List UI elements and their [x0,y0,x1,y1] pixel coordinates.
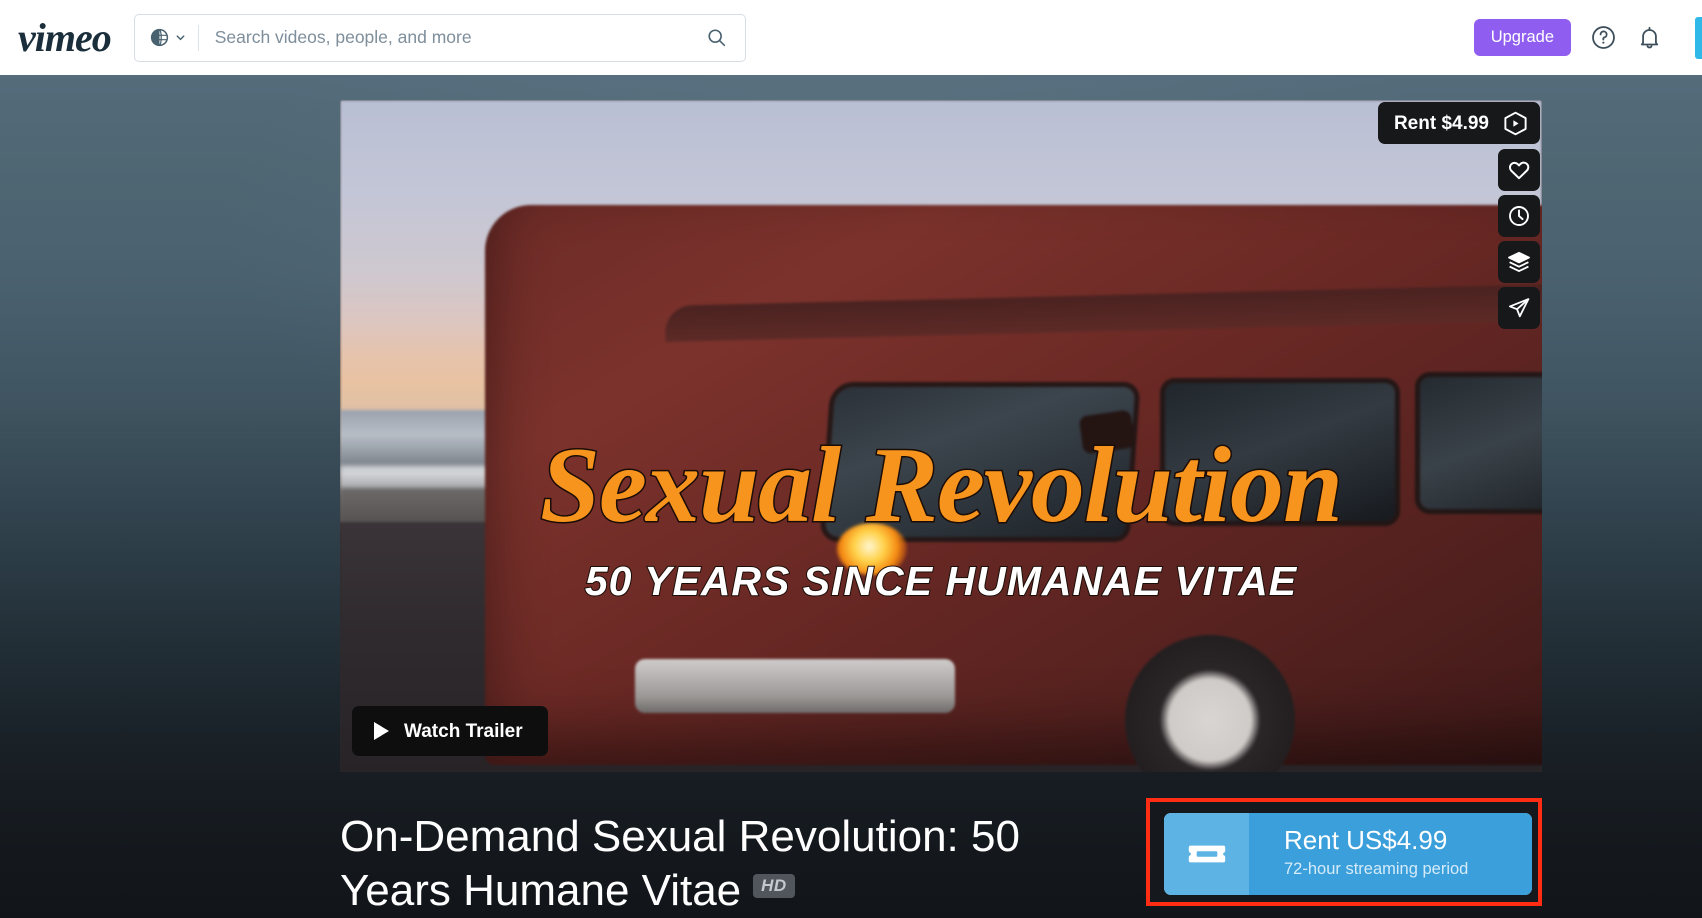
player-rent-label: Rent $4.99 [1393,112,1489,134]
like-button[interactable] [1498,149,1540,191]
page-title: On-Demand Sexual Revolution: 50 Years Hu… [340,810,1100,918]
watch-trailer-button[interactable]: Watch Trailer [352,706,548,756]
player-side-actions [1498,149,1540,329]
search-input[interactable] [198,14,700,61]
rent-icon-panel [1164,813,1249,895]
layers-icon [1507,250,1531,274]
search-icon [706,27,727,48]
bell-icon[interactable] [1636,24,1663,51]
vimeo-on-demand-icon [1502,110,1529,137]
hd-badge: HD [753,874,795,899]
avatar[interactable] [1695,16,1702,59]
search-submit-button[interactable] [700,27,745,48]
rent-period-label: 72-hour streaming period [1284,859,1469,878]
search-bar [133,13,746,62]
region-selector[interactable] [135,15,198,61]
paper-plane-icon [1507,296,1531,320]
poster-title: Sexual Revolution [538,426,1344,545]
rent-cta-highlight: Rent US$4.99 72-hour streaming period [1146,798,1542,906]
header-actions: Upgrade [1473,16,1702,59]
help-circle-icon[interactable] [1590,24,1617,51]
chevron-down-icon [175,32,186,43]
clock-icon [1507,204,1531,228]
vimeo-logo[interactable]: vimeo [18,17,112,58]
watch-later-button[interactable] [1498,195,1540,237]
rent-button-text: Rent US$4.99 72-hour streaming period [1249,813,1532,895]
share-button[interactable] [1498,287,1540,329]
globe-icon [149,27,170,48]
heart-icon [1507,158,1531,182]
rent-price-label: Rent US$4.99 [1284,825,1448,855]
add-to-collection-button[interactable] [1498,241,1540,283]
ticket-icon [1186,833,1228,875]
player-rent-button[interactable]: Rent $4.99 [1377,102,1540,144]
rent-button[interactable]: Rent US$4.99 72-hour streaming period [1164,813,1532,895]
upgrade-button[interactable]: Upgrade [1473,18,1571,57]
poster-subtitle: 50 YEARS SINCE HUMANAE VITAE [584,557,1298,605]
video-title-text: On-Demand Sexual Revolution: 50 Years Hu… [340,812,1020,916]
watch-trailer-label: Watch Trailer [404,720,523,742]
video-player[interactable]: Sexual Revolution 50 YEARS SINCE HUMANAE… [340,100,1542,772]
play-triangle-icon [374,722,389,740]
top-navigation-bar: vimeo Search videos, people, and more Up… [0,0,1702,75]
